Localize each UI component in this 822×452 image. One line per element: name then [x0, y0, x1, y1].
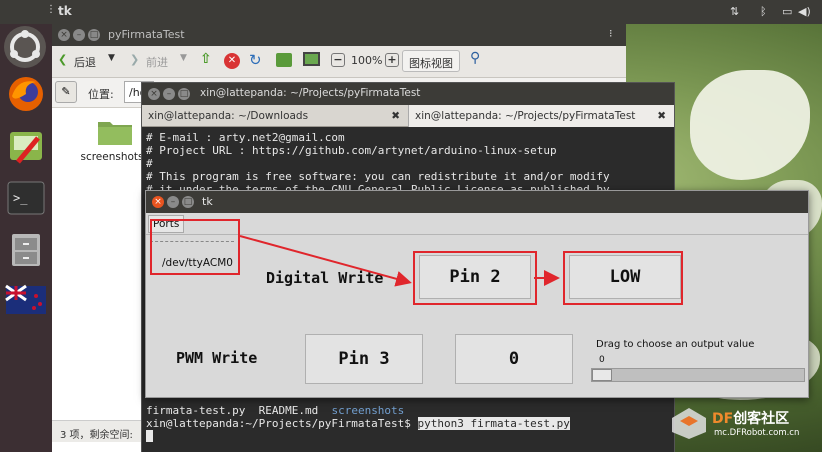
dfrobot-logo-icon [672, 408, 706, 439]
arrow-ports-to-pin2 [239, 235, 412, 287]
watermark-url: mc.DFRobot.com.cn [714, 428, 800, 438]
annotation-arrows [239, 235, 560, 287]
watermark-brand: DF创客社区 [712, 411, 790, 427]
brand-rest: 创客社区 [733, 411, 790, 427]
